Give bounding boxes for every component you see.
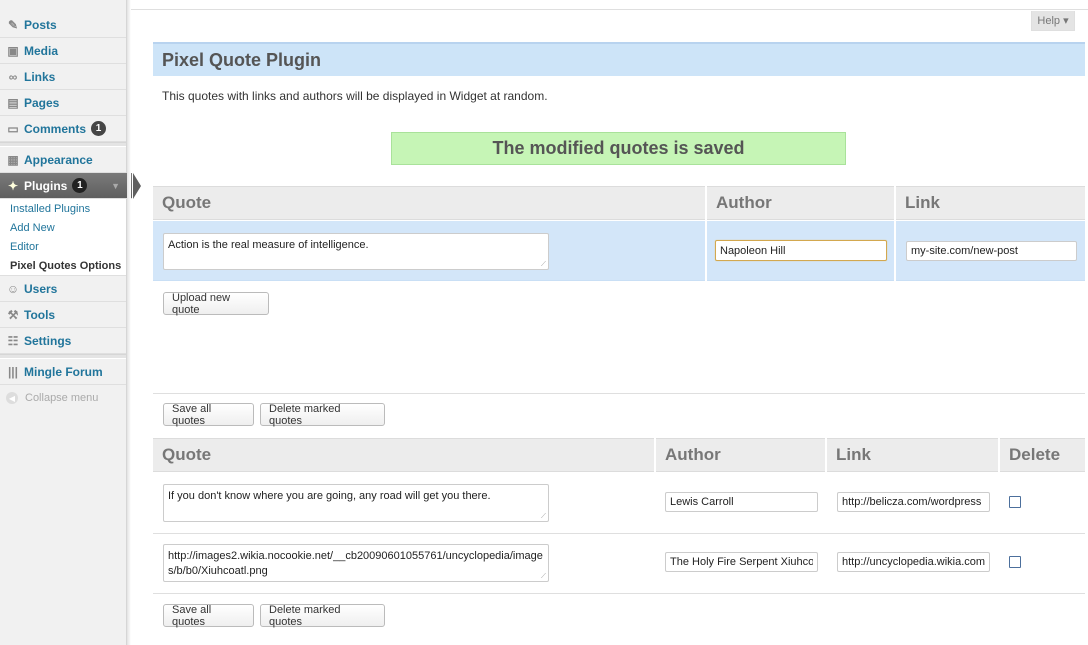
delete-marked-quotes-button[interactable]: Delete marked quotes [260,403,385,427]
new-quote-header-link: Link [896,186,1085,220]
menu-label: Links [24,69,56,84]
saved-notice: The modified quotes is saved [391,132,846,165]
admin-sidebar: ✎ Posts ▣ Media ∞ Links ▤ Pages ▭ Commen… [0,0,141,645]
menu-label: Tools [24,307,56,322]
help-button[interactable]: Help ▾ [1031,11,1075,31]
resize-grip-icon[interactable]: ⟋ [541,513,547,520]
submenu-add-new[interactable]: Add New [10,222,55,234]
comment-icon: ▭ [7,121,19,136]
quote-row-2-link-input[interactable] [837,552,990,572]
pages-icon: ▤ [7,95,19,110]
quote-row-1-delete-checkbox[interactable] [1009,496,1021,508]
plugins-count-badge: 1 [72,178,88,193]
plugins-submenu: Installed Plugins Add New Editor Pixel Q… [0,199,126,276]
active-pointer [133,173,141,199]
quotes-header-author: Author [656,438,825,472]
collapse-label: Collapse menu [25,392,99,404]
collapse-arrow-icon: ◀ [6,392,18,404]
menu-plugins[interactable]: ✦ Plugins 1 ▼ [0,173,141,199]
quotes-header-quote: Quote [153,438,654,472]
quote-row-1-author-input[interactable] [665,492,818,512]
submenu-editor[interactable]: Editor [10,241,39,253]
save-all-quotes-button[interactable]: Save all quotes [163,403,254,427]
appearance-icon: ▦ [7,152,19,167]
column-divider [705,186,707,281]
delete-marked-quotes-button-bottom[interactable]: Delete marked quotes [260,604,385,628]
media-icon: ▣ [7,43,19,58]
new-quote-textarea[interactable]: Action is the real measure of intelligen… [163,233,549,270]
column-divider [894,186,896,281]
row-divider [153,533,1085,534]
menu-comments[interactable]: ▭ Comments 1 [0,116,126,142]
save-all-quotes-button-bottom[interactable]: Save all quotes [163,604,254,628]
menu-appearance[interactable]: ▦ Appearance [0,147,126,173]
new-quote-header-author: Author [707,186,894,220]
sidebar-shadow [127,0,131,645]
menu-label: Pages [24,95,60,110]
menu-mingle-forum[interactable]: ||| Mingle Forum [0,359,126,385]
menu-settings[interactable]: ☷ Settings [0,328,126,354]
menu-label: Plugins [24,178,68,193]
page-title: Pixel Quote Plugin [153,42,1085,76]
quotes-header-delete: Delete [1000,438,1085,472]
settings-icon: ☷ [7,333,19,348]
link-icon: ∞ [8,69,18,84]
row-divider [153,593,1085,594]
menu-label: Mingle Forum [24,364,103,379]
menu-tools[interactable]: ⚒ Tools [0,302,126,328]
menu-pages[interactable]: ▤ Pages [0,90,126,116]
new-quote-header-quote: Quote [153,186,705,220]
menu-media[interactable]: ▣ Media [0,38,126,64]
menu-users[interactable]: ☺ Users [0,276,126,302]
resize-grip-icon[interactable]: ⟋ [541,261,547,268]
menu-label: Settings [24,333,72,348]
new-quote-link-input[interactable] [906,241,1077,261]
menu-label: Users [24,281,58,296]
upload-new-quote-button[interactable]: Upload new quote [163,292,269,316]
chevron-down-icon: ▼ [111,180,120,191]
quote-row-1-link-input[interactable] [837,492,990,512]
menu-label: Appearance [24,152,93,167]
menu-links[interactable]: ∞ Links [0,64,126,90]
new-quote-author-input[interactable] [715,240,887,261]
quotes-header-link: Link [827,438,998,472]
plug-icon: ✦ [7,178,19,193]
quote-row-2-textarea[interactable]: http://images2.wikia.nocookie.net/__cb20… [163,544,549,582]
menu-label: Posts [24,17,57,32]
menu-label: Comments [24,121,87,136]
users-icon: ☺ [6,281,20,296]
pin-icon: ✎ [7,17,19,32]
collapse-menu[interactable]: ◀ Collapse menu [6,392,98,404]
section-divider [153,393,1085,394]
quote-row-2-delete-checkbox[interactable] [1009,556,1021,568]
quote-row-2-author-input[interactable] [665,552,818,572]
quote-row-1-textarea[interactable]: If you don't know where you are going, a… [163,484,549,522]
forum-icon: ||| [7,364,19,379]
submenu-installed-plugins[interactable]: Installed Plugins [10,203,90,215]
comments-count-badge: 1 [91,121,107,136]
menu-label: Media [24,43,59,58]
page-description: This quotes with links and authors will … [162,89,548,103]
header-strip [131,0,1088,10]
resize-grip-icon[interactable]: ⟋ [541,573,547,580]
submenu-pixel-quotes-options[interactable]: Pixel Quotes Options [10,260,121,272]
tools-icon: ⚒ [7,307,19,322]
menu-posts[interactable]: ✎ Posts [0,12,126,38]
